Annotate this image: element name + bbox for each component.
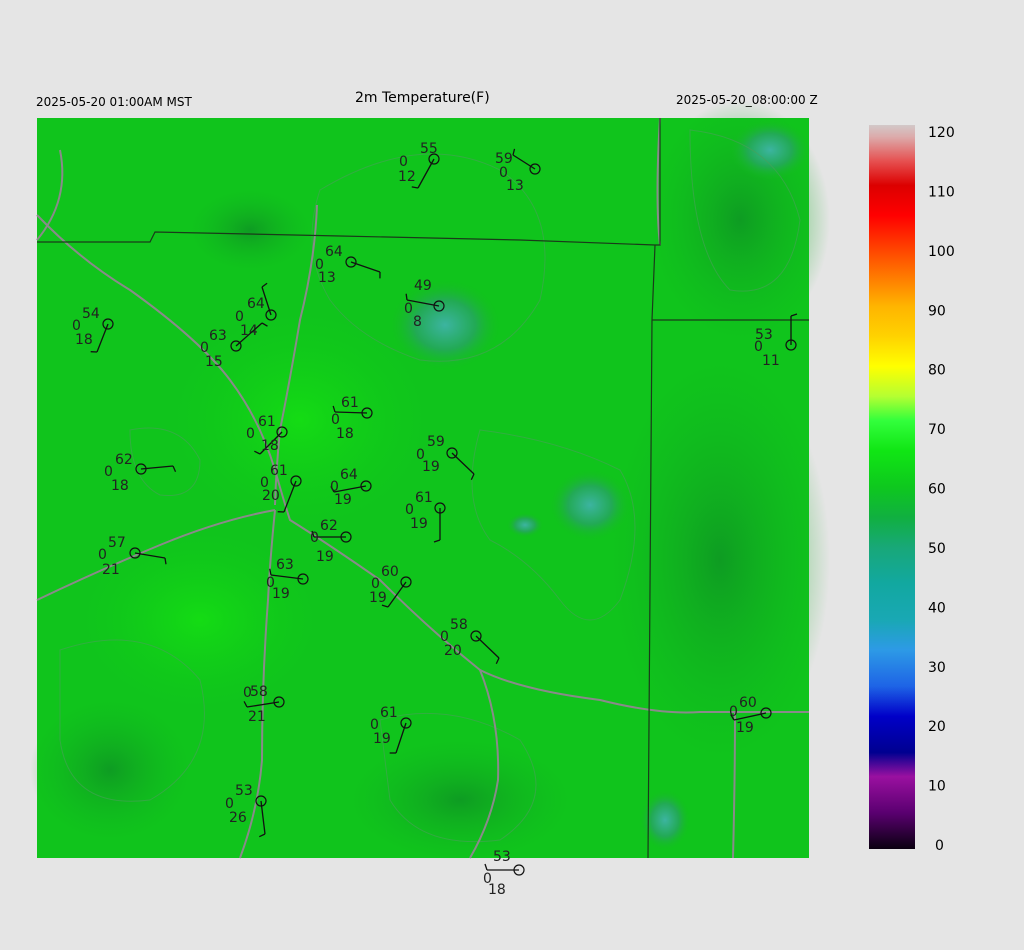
colorbar-tick-label: 0 [935,838,944,854]
colorbar-tick-label: 50 [928,541,946,557]
station-dewpoint: 19 [334,492,352,508]
station-value: 0 [404,301,413,317]
station-dewpoint: 19 [373,731,391,747]
colorbar-tick-label: 120 [928,125,955,141]
station-temperature: 61 [415,490,433,506]
colorbar-tick-label: 60 [928,482,946,498]
station-temperature: 61 [341,395,359,411]
wind-barb-flag-icon [484,863,488,871]
colorbar-tick-label: 40 [928,600,946,616]
station-temperature: 57 [108,535,126,551]
station-dewpoint: 14 [240,323,258,339]
station-temperature: 58 [450,617,468,633]
station-temperature: 62 [320,518,338,534]
station-temperature: 60 [381,564,399,580]
station-temperature: 62 [115,452,133,468]
station-temperature: 53 [493,849,511,865]
station-dewpoint: 19 [272,586,290,602]
station-dewpoint: 19 [736,720,754,736]
station-temperature: 59 [427,434,445,450]
station-dewpoint: 18 [75,332,93,348]
station-dewpoint: 15 [205,354,223,370]
station-temperature: 55 [420,141,438,157]
station-value: 0 [98,547,107,563]
station-temperature: 49 [414,278,432,294]
temperature-field [30,100,830,860]
station-temperature: 63 [276,557,294,573]
station-value: 0 [310,530,319,546]
colorbar-gradient [869,125,915,849]
colorbar-tick-label: 100 [928,244,955,260]
station-dewpoint: 19 [369,590,387,606]
station-value: 0 [246,426,255,442]
station-dewpoint: 12 [398,169,416,185]
station-dewpoint: 18 [336,426,354,442]
colorbar: 1201101009080706050403020100 [869,125,955,854]
station-temperature: 64 [340,467,358,483]
station-temperature: 64 [325,244,343,260]
station-value: 0 [729,704,738,720]
station-dewpoint: 19 [410,516,428,532]
station-dewpoint: 13 [318,270,336,286]
station-temperature: 61 [258,414,276,430]
station-dewpoint: 8 [413,314,422,330]
station-temperature: 64 [247,296,265,312]
station-temperature: 61 [380,705,398,721]
station-dewpoint: 18 [488,882,506,898]
station-value: 0 [243,685,252,701]
station-dewpoint: 18 [111,478,129,494]
colorbar-tick-label: 70 [928,422,946,438]
colorbar-tick-label: 10 [928,779,946,795]
colorbar-tick-label: 90 [928,303,946,319]
station-value: 0 [399,154,408,170]
station-dewpoint: 20 [444,643,462,659]
station-dewpoint: 20 [262,488,280,504]
station-dewpoint: 19 [422,459,440,475]
station-temperature: 54 [82,306,100,322]
wind-barb-flag-icon [405,293,408,301]
station-dewpoint: 26 [229,810,247,826]
station-temperature: 58 [250,684,268,700]
colorbar-tick-label: 30 [928,660,946,676]
colorbar-tick-label: 20 [928,719,946,735]
station-temperature: 53 [235,783,253,799]
station-dewpoint: 21 [102,562,120,578]
station-dewpoint: 11 [762,353,780,369]
station-temperature: 63 [209,328,227,344]
colorbar-tick-label: 80 [928,363,946,379]
station-dewpoint: 19 [316,549,334,565]
station-temperature: 61 [270,463,288,479]
station-temperature: 60 [739,695,757,711]
station-dewpoint: 18 [261,438,279,454]
station-dewpoint: 21 [248,709,266,725]
station-dewpoint: 13 [506,178,524,194]
colorbar-tick-label: 110 [928,184,955,200]
map-figure: 550125901364013 4908540186401463015530116… [30,100,955,898]
